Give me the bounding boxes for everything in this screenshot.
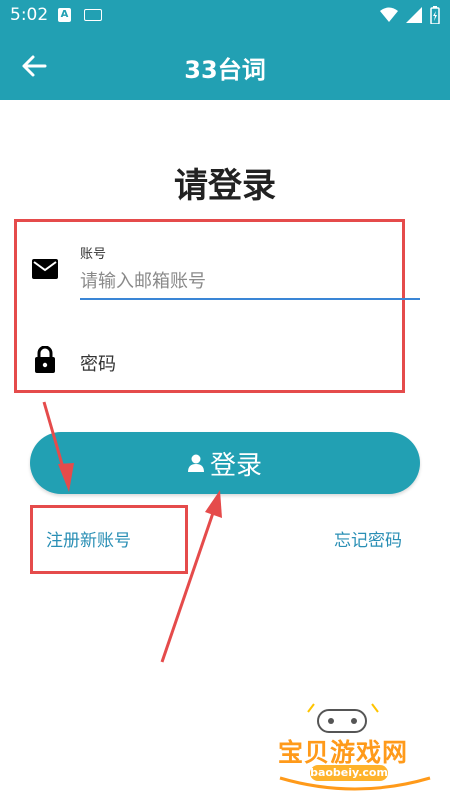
watermark-url: baobeiy.com — [310, 765, 388, 781]
account-input[interactable] — [80, 266, 420, 296]
a-notification-icon: A — [58, 8, 71, 22]
app-title: 33台词 — [184, 56, 266, 84]
keyboard-icon — [84, 9, 102, 21]
app-bar: 33台词 — [0, 30, 450, 100]
forgot-password-link[interactable]: 忘记密码 — [334, 526, 402, 551]
lock-icon — [35, 346, 55, 373]
annotation-arrows — [42, 401, 222, 663]
signal-icon — [406, 7, 422, 23]
status-icons — [380, 6, 440, 24]
wifi-icon — [380, 7, 398, 22]
watermark-text: 宝贝游戏网 — [278, 738, 409, 767]
battery-icon — [430, 6, 440, 24]
login-button-label: 登录 — [209, 450, 262, 481]
status-bar: 5:02 A — [0, 0, 450, 30]
account-underline — [80, 298, 420, 300]
status-time: 5:02 — [10, 5, 49, 25]
password-input[interactable] — [80, 350, 400, 378]
page-title: 请登录 — [174, 166, 276, 206]
email-icon — [32, 259, 58, 279]
register-link[interactable]: 注册新账号 — [46, 526, 131, 551]
account-label: 账号 — [80, 247, 107, 262]
person-icon — [187, 454, 204, 472]
login-button[interactable]: 登录 — [30, 432, 420, 494]
arrow-head-login — [205, 490, 222, 518]
